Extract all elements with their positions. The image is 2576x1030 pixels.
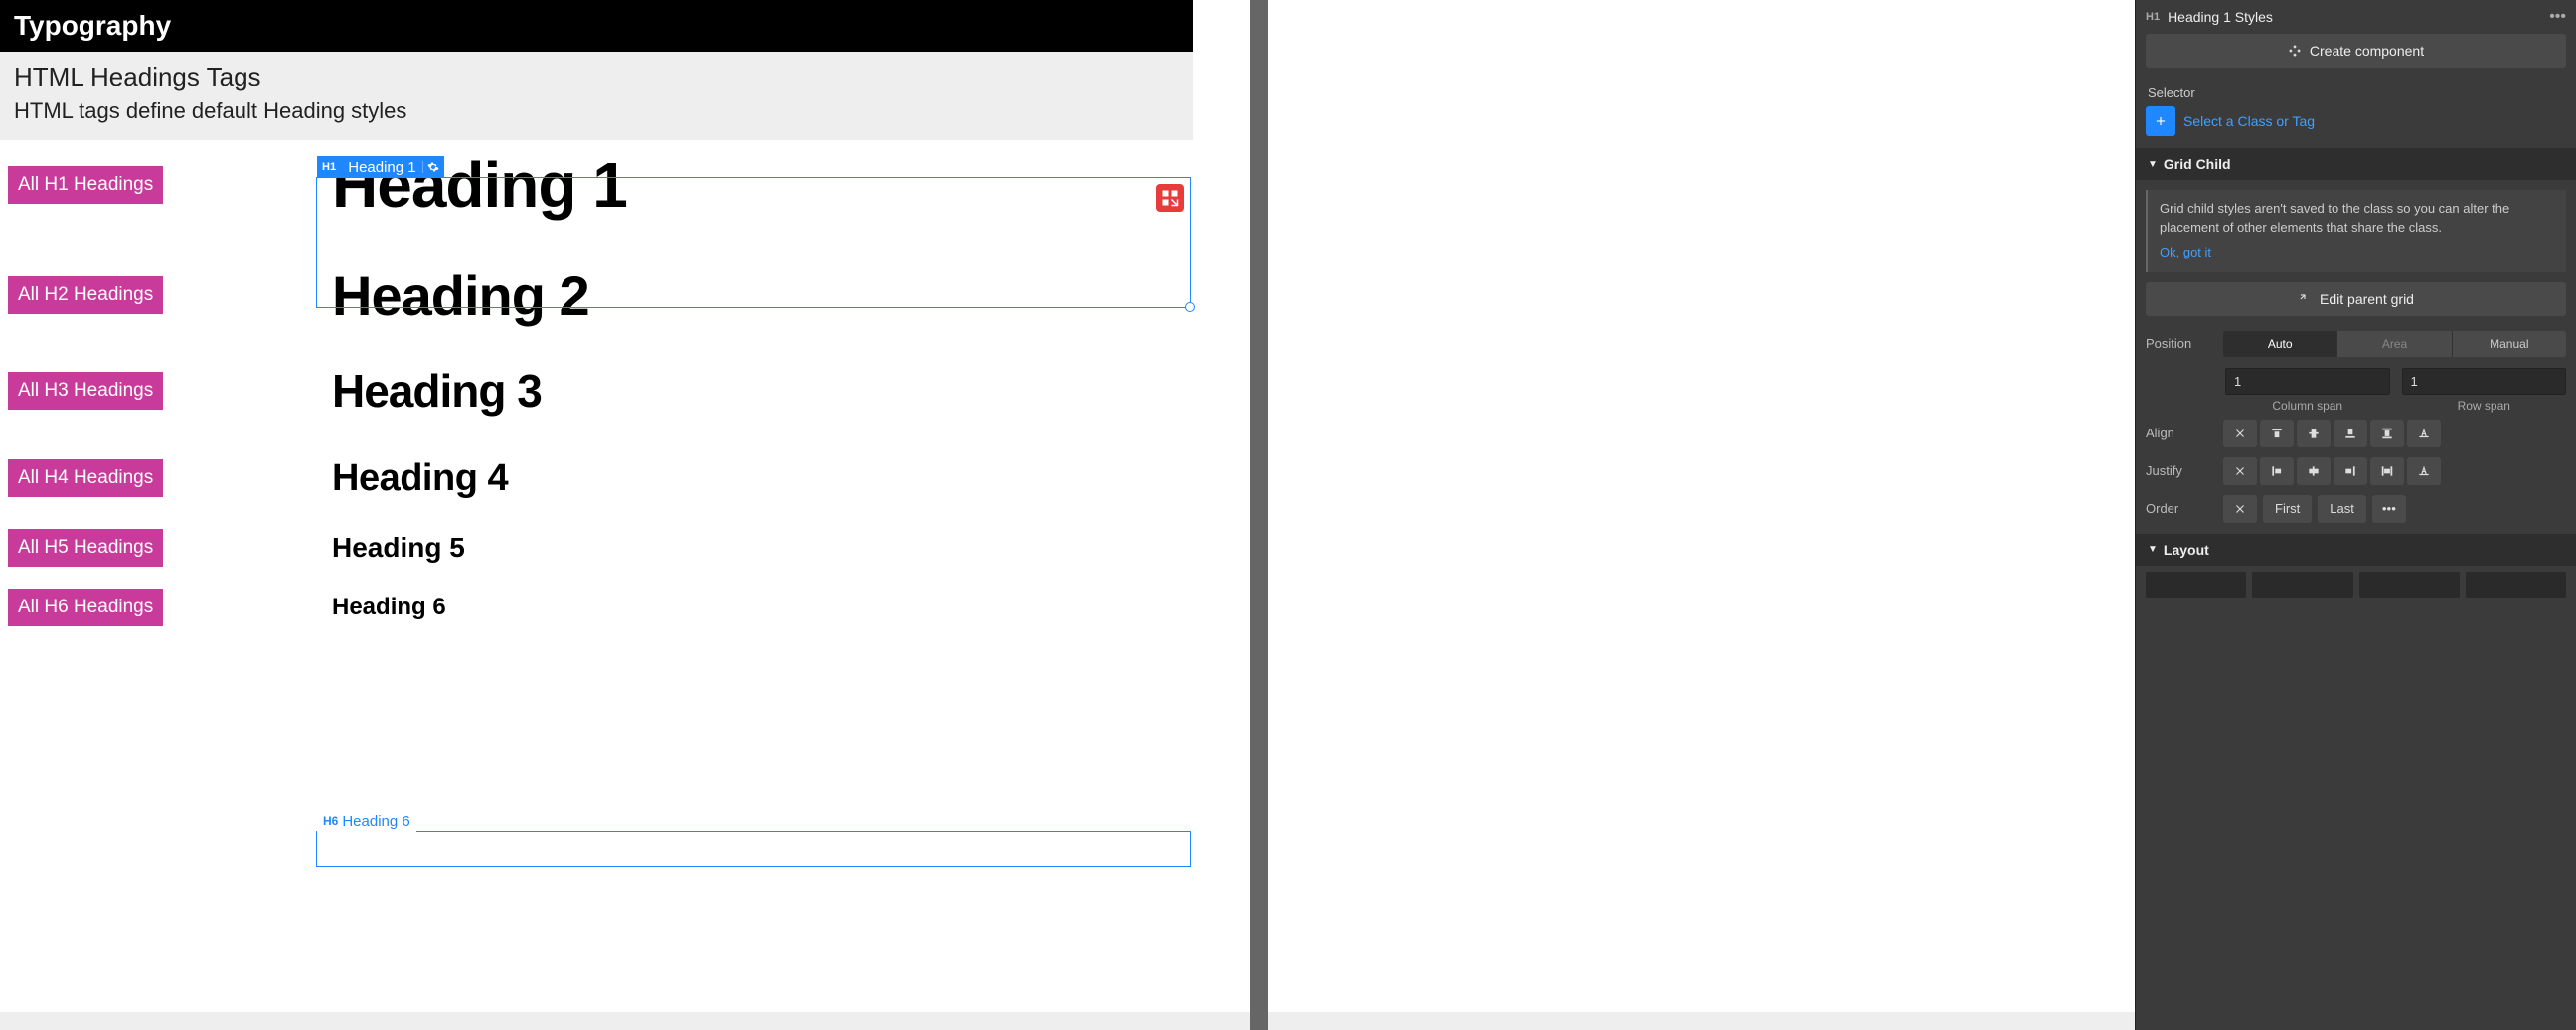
caret-down-icon: ▼ xyxy=(2148,159,2158,170)
position-manual[interactable]: Manual xyxy=(2453,331,2566,357)
panel-element-name: Heading 1 Styles xyxy=(2168,9,2541,25)
canvas-area: Typography HTML Headings Tags HTML tags … xyxy=(0,0,2135,1030)
edit-parent-label: Edit parent grid xyxy=(2320,291,2414,307)
create-component-button[interactable]: Create component xyxy=(2146,34,2566,68)
badge-h4[interactable]: All H4 Headings xyxy=(8,459,163,497)
ok-got-it-link[interactable]: Ok, got it xyxy=(2160,244,2211,262)
heading-1[interactable]: Heading 1 xyxy=(332,148,627,222)
layout-title: Layout xyxy=(2164,542,2209,558)
grid-child-info: Grid child styles aren't saved to the cl… xyxy=(2146,190,2566,272)
layout-option-2[interactable] xyxy=(2252,572,2352,598)
position-area[interactable]: Area xyxy=(2337,331,2452,357)
badge-h2[interactable]: All H2 Headings xyxy=(8,276,163,314)
badge-h5[interactable]: All H5 Headings xyxy=(8,529,163,567)
panel-more-icon[interactable]: ••• xyxy=(2549,8,2566,26)
topbar-title: Typography xyxy=(14,10,171,41)
layout-option-4[interactable] xyxy=(2466,572,2566,598)
section-title: HTML Headings Tags xyxy=(14,62,1179,92)
canvas-footer-strip xyxy=(0,1012,2135,1030)
order-label: Order xyxy=(2146,501,2215,516)
align-stretch-icon[interactable] xyxy=(2370,420,2404,447)
heading-6[interactable]: Heading 6 xyxy=(332,594,446,621)
align-start-icon[interactable] xyxy=(2260,420,2294,447)
justify-start-icon[interactable] xyxy=(2260,457,2294,485)
justify-center-icon[interactable] xyxy=(2297,457,2331,485)
justify-reset-icon[interactable] xyxy=(2223,457,2257,485)
badge-h3[interactable]: All H3 Headings xyxy=(8,372,163,410)
order-first-button[interactable]: First xyxy=(2263,495,2312,523)
caret-down-icon: ▼ xyxy=(2148,544,2158,555)
align-label: Align xyxy=(2146,426,2215,440)
section-header: HTML Headings Tags HTML tags define defa… xyxy=(0,52,1193,140)
grid-child-title: Grid Child xyxy=(2164,156,2231,172)
order-last-button[interactable]: Last xyxy=(2318,495,2366,523)
row-span-input[interactable] xyxy=(2402,368,2567,395)
section-desc: HTML tags define default Heading styles xyxy=(14,98,1179,124)
badge-h6[interactable]: All H6 Headings xyxy=(8,589,163,626)
position-label: Position xyxy=(2146,336,2215,351)
layout-section[interactable]: ▼ Layout xyxy=(2136,534,2576,566)
heading-5[interactable]: Heading 5 xyxy=(332,532,465,564)
justify-baseline-icon[interactable] xyxy=(2407,457,2441,485)
column-span-input[interactable] xyxy=(2225,368,2390,395)
canvas-scrollbar[interactable] xyxy=(1250,0,1268,1030)
column-span-label: Column span xyxy=(2225,395,2390,413)
align-center-icon[interactable] xyxy=(2297,420,2331,447)
grid-child-section[interactable]: ▼ Grid Child xyxy=(2136,148,2576,180)
selector-section-label: Selector xyxy=(2136,78,2576,106)
align-baseline-icon[interactable] xyxy=(2407,420,2441,447)
heading-4[interactable]: Heading 4 xyxy=(332,457,508,500)
position-auto[interactable]: Auto xyxy=(2223,331,2337,357)
style-panel: H1 Heading 1 Styles ••• Create component… xyxy=(2135,0,2576,1030)
order-reset-icon[interactable] xyxy=(2223,495,2257,523)
create-component-label: Create component xyxy=(2310,43,2424,59)
justify-stretch-icon[interactable] xyxy=(2370,457,2404,485)
order-more-icon[interactable]: ••• xyxy=(2372,495,2406,523)
row-span-label: Row span xyxy=(2402,395,2567,413)
panel-element-tag: H1 xyxy=(2146,11,2160,23)
add-selector-button[interactable] xyxy=(2146,106,2175,136)
justify-label: Justify xyxy=(2146,463,2215,478)
layout-option-3[interactable] xyxy=(2359,572,2460,598)
edit-parent-grid-button[interactable]: Edit parent grid xyxy=(2146,282,2566,316)
align-end-icon[interactable] xyxy=(2334,420,2367,447)
grid-child-info-text: Grid child styles aren't saved to the cl… xyxy=(2160,201,2509,235)
heading-2[interactable]: Heading 2 xyxy=(332,263,589,328)
heading-3[interactable]: Heading 3 xyxy=(332,364,542,418)
badge-h1[interactable]: All H1 Headings xyxy=(8,166,163,204)
layout-option-1[interactable] xyxy=(2146,572,2246,598)
align-reset-icon[interactable] xyxy=(2223,420,2257,447)
selector-placeholder[interactable]: Select a Class or Tag xyxy=(2183,113,2315,129)
page-topbar: Typography xyxy=(0,0,1193,52)
justify-end-icon[interactable] xyxy=(2334,457,2367,485)
